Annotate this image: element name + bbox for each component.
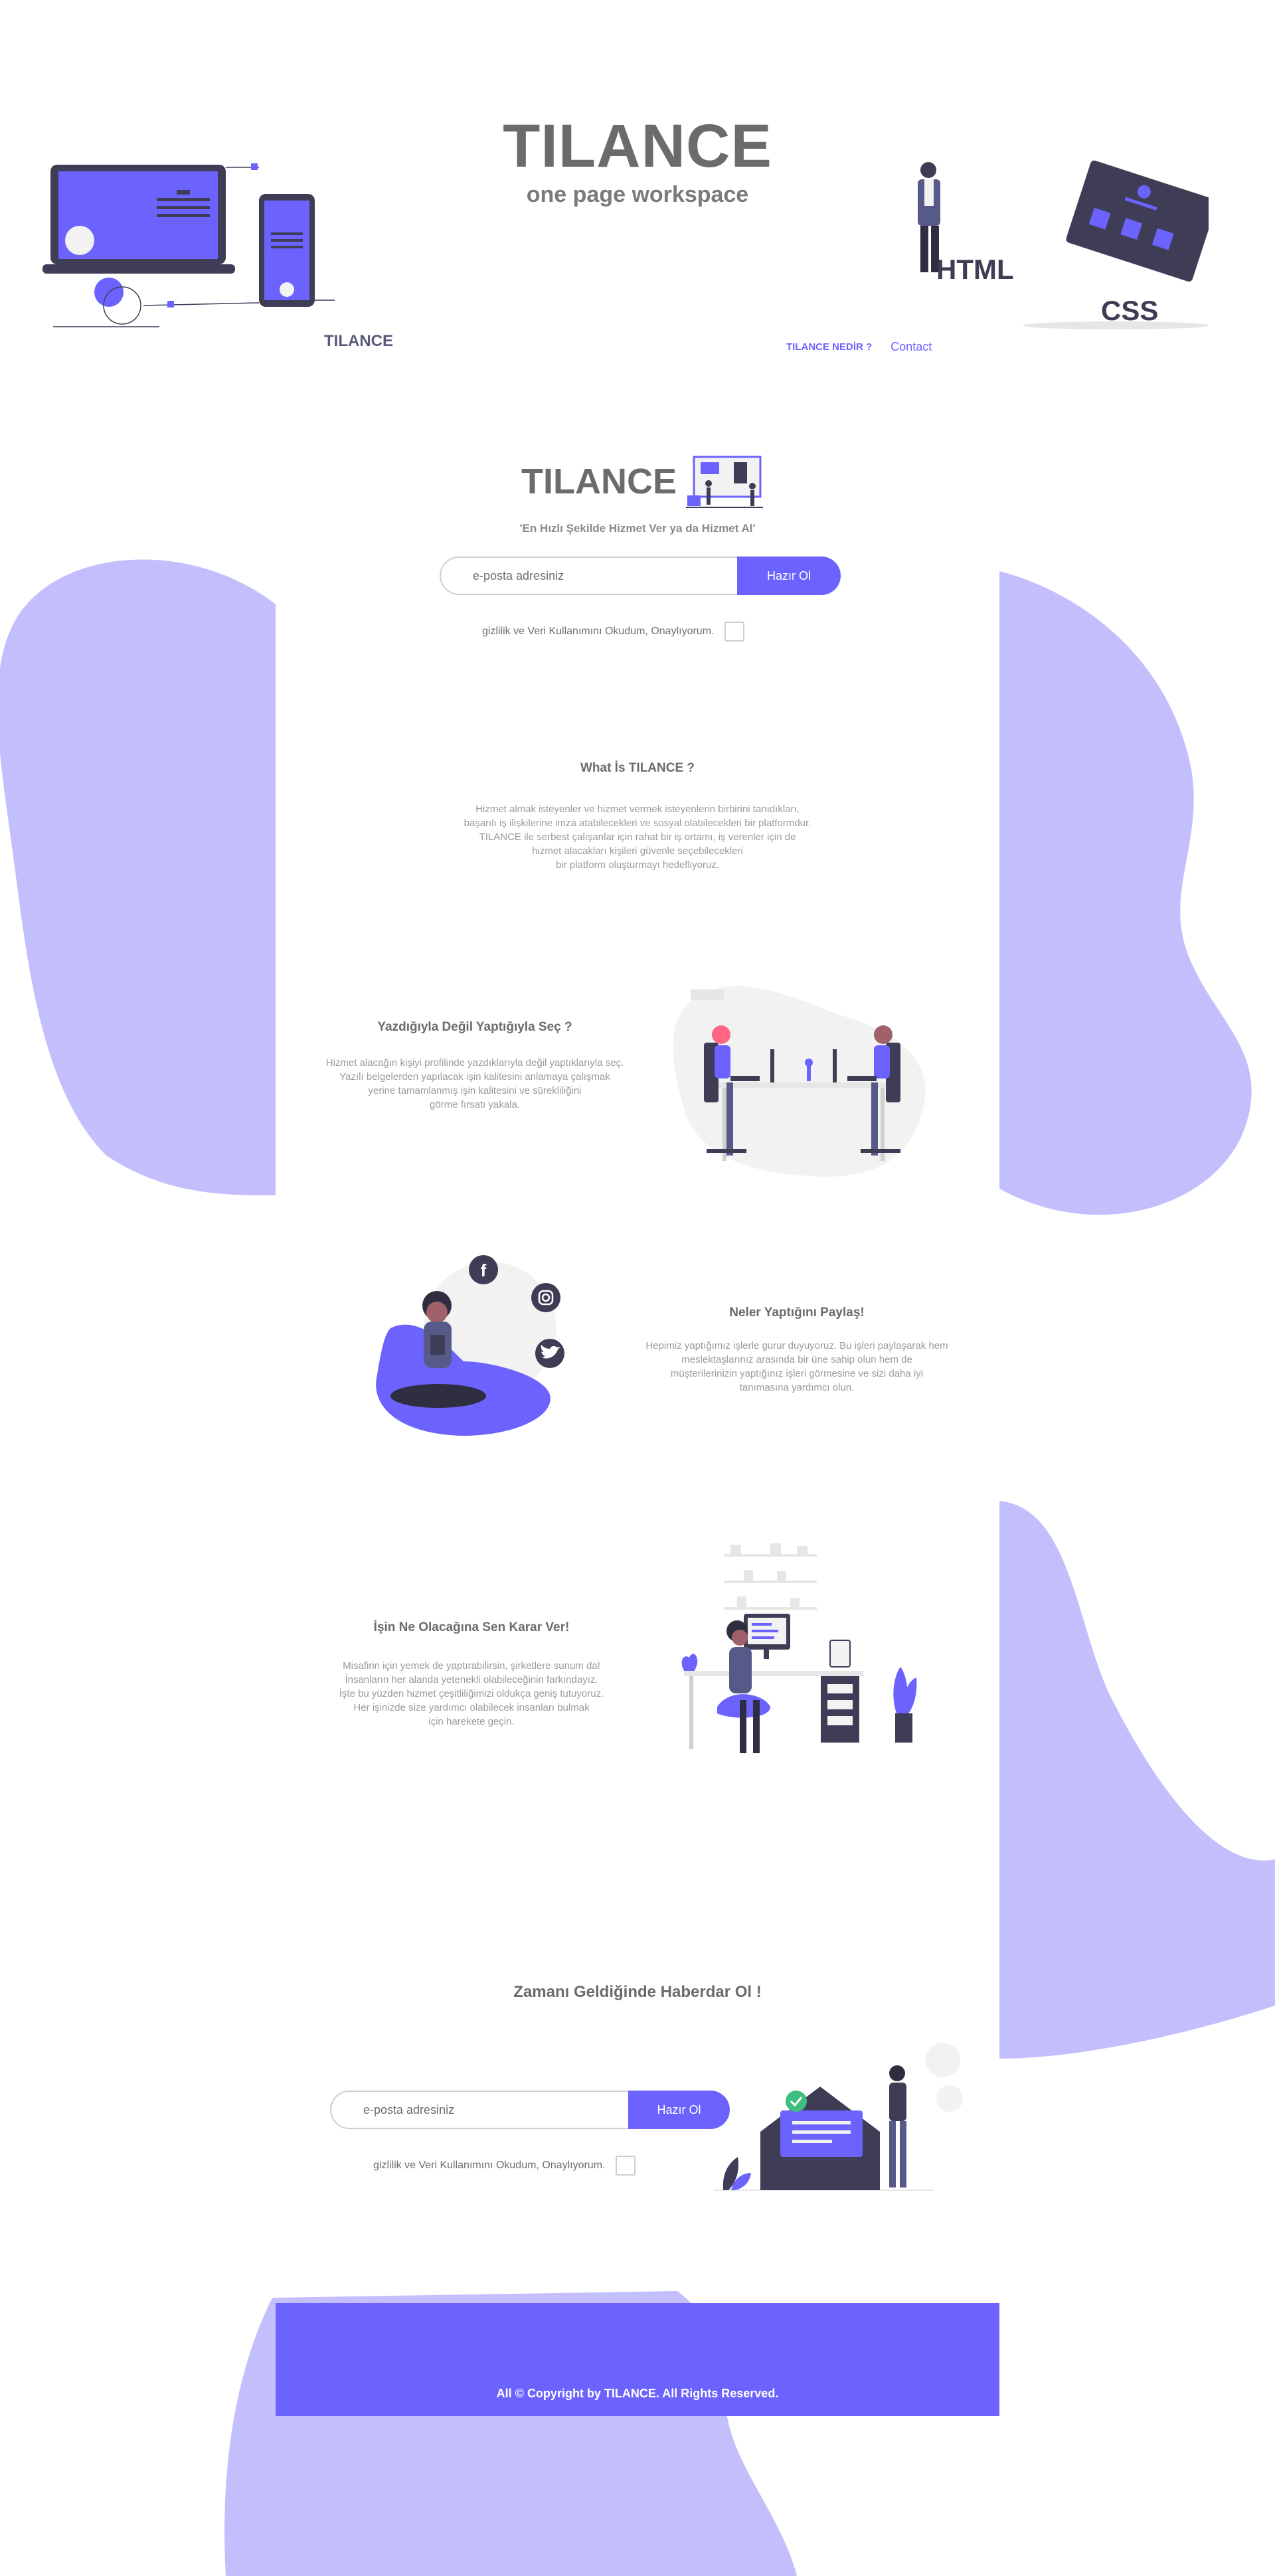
hero-email-input[interactable] bbox=[440, 557, 737, 595]
nav-link-contact[interactable]: Contact bbox=[891, 340, 932, 354]
hero-consent-label: gizlilik ve Veri Kullanımını Okudum, Ona… bbox=[482, 626, 715, 637]
nav-logo[interactable]: TILANCE bbox=[324, 332, 393, 351]
what-is-title: What İs TILANCE ? bbox=[580, 761, 695, 775]
feature2-title: Neler Yaptığını Paylaş! bbox=[729, 1306, 865, 1320]
svg-text:CSS: CSS bbox=[1101, 295, 1158, 326]
svg-text:f: f bbox=[481, 1260, 487, 1280]
footer: All © Copyright by TILANCE. All Rights R… bbox=[276, 2303, 999, 2416]
nav-link-what-is[interactable]: TILANCE NEDİR ? bbox=[786, 341, 872, 353]
laptop-phone-illustration bbox=[42, 163, 335, 327]
notify-title: Zamanı Geldiğinde Haberdar Ol ! bbox=[513, 1983, 762, 2001]
feature2-body: Hepimiz yaptığımız işlerle gurur duyuyor… bbox=[645, 1340, 948, 1393]
feature1-body: Hizmet alacağın kişiyi profilinde yazdık… bbox=[325, 1057, 624, 1110]
workspace-desk-illustration bbox=[681, 1543, 917, 1753]
feature3-title: İşin Ne Olacağına Sen Karar Ver! bbox=[373, 1620, 570, 1634]
mail-envelope-illustration bbox=[714, 2043, 963, 2191]
background-blob-left bbox=[0, 559, 276, 1195]
hero-consent-checkbox[interactable] bbox=[724, 622, 745, 642]
feature1-title: Yazdığıyla Değil Yaptığıyla Seç ? bbox=[377, 1020, 572, 1034]
footer-copyright: All © Copyright by TILANCE. All Rights R… bbox=[496, 2387, 779, 2400]
coworkers-illustration bbox=[673, 986, 926, 1177]
what-is-body: Hizmet almak isteyenler ve hizmet vermek… bbox=[464, 804, 811, 871]
notify-consent-label: gizlilik ve Veri Kullanımını Okudum, Ona… bbox=[373, 2160, 606, 2171]
notify-consent-checkbox[interactable] bbox=[616, 2156, 636, 2176]
hero-tagline: 'En Hızlı Şekilde Hizmet Ver ya da Hizme… bbox=[519, 522, 756, 535]
social-share-illustration: f bbox=[376, 1255, 564, 1436]
svg-text:HTML: HTML bbox=[936, 254, 1014, 285]
team-board-icon bbox=[685, 456, 763, 508]
background-blob-right-top bbox=[999, 571, 1252, 1215]
background-blob-right-bottom bbox=[999, 1501, 1275, 2059]
hero-submit-button[interactable]: Hazır Ol bbox=[737, 557, 841, 595]
hero-logo: TILANCE bbox=[521, 462, 677, 501]
site-subtitle: one page workspace bbox=[526, 182, 749, 207]
feature3-body: Misafirin için yemek de yaptırabilirsin,… bbox=[339, 1660, 604, 1727]
site-title: TILANCE bbox=[503, 112, 772, 180]
html-css-illustration: HTML CSS bbox=[918, 160, 1209, 329]
notify-email-input[interactable] bbox=[330, 2091, 628, 2129]
